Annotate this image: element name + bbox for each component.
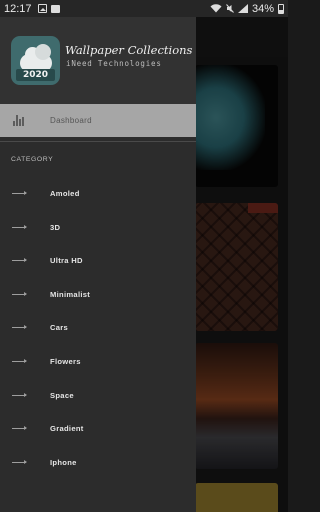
category-label: Cars xyxy=(50,323,69,332)
logo-year: 2020 xyxy=(16,69,55,81)
arrow-right-icon xyxy=(12,359,27,363)
arrow-right-icon xyxy=(12,292,27,296)
category-header: CATEGORY xyxy=(11,156,54,163)
signal-icon xyxy=(237,4,248,13)
bag-icon xyxy=(50,4,60,13)
drawer-item-flowers[interactable]: Flowers xyxy=(0,345,196,378)
app-title: Wallpaper Collections xyxy=(65,43,193,57)
battery-percent: 34% xyxy=(251,2,274,15)
category-label: Minimalist xyxy=(50,290,91,299)
drawer-item-minimalist[interactable]: Minimalist xyxy=(0,278,196,311)
category-label: 3D xyxy=(50,223,61,232)
arrow-right-icon xyxy=(12,325,27,329)
drawer-item-ultra-hd[interactable]: Ultra HD xyxy=(0,244,196,277)
battery-icon xyxy=(278,3,284,14)
navigation-drawer: 2020 Wallpaper Collections iNeed Technol… xyxy=(0,17,196,512)
category-label: Ultra HD xyxy=(50,256,83,265)
category-label: Flowers xyxy=(50,357,81,366)
wifi-icon xyxy=(210,4,222,13)
drawer-item-cars[interactable]: Cars xyxy=(0,311,196,344)
drawer-header: 2020 Wallpaper Collections iNeed Technol… xyxy=(0,17,196,104)
cloud-shape xyxy=(35,44,51,60)
category-label: Amoled xyxy=(50,189,80,198)
bar-chart-icon xyxy=(13,115,25,126)
category-label: Space xyxy=(50,391,74,400)
arrow-right-icon xyxy=(12,426,27,430)
arrow-right-icon xyxy=(12,191,27,195)
app-logo: 2020 xyxy=(11,36,60,85)
drawer-item-iphone[interactable]: Iphone xyxy=(0,446,196,479)
drawer-item-amoled[interactable]: Amoled xyxy=(0,177,196,210)
arrow-right-icon xyxy=(12,393,27,397)
status-time: 12:17 xyxy=(4,2,32,15)
mute-icon xyxy=(226,4,234,13)
drawer-item-space[interactable]: Space xyxy=(0,379,196,412)
image-icon xyxy=(37,4,47,13)
app-subtitle: iNeed Technologies xyxy=(66,59,162,68)
status-bar: 12:17 34% xyxy=(0,0,288,17)
drawer-item-3d[interactable]: 3D xyxy=(0,211,196,244)
arrow-right-icon xyxy=(12,460,27,464)
drawer-item-dashboard[interactable]: Dashboard xyxy=(0,104,196,137)
category-label: Iphone xyxy=(50,458,77,467)
divider xyxy=(0,141,196,142)
arrow-right-icon xyxy=(12,225,27,229)
drawer-item-gradient[interactable]: Gradient xyxy=(0,412,196,445)
arrow-right-icon xyxy=(12,258,27,262)
category-label: Gradient xyxy=(50,424,84,433)
dashboard-label: Dashboard xyxy=(50,116,92,125)
